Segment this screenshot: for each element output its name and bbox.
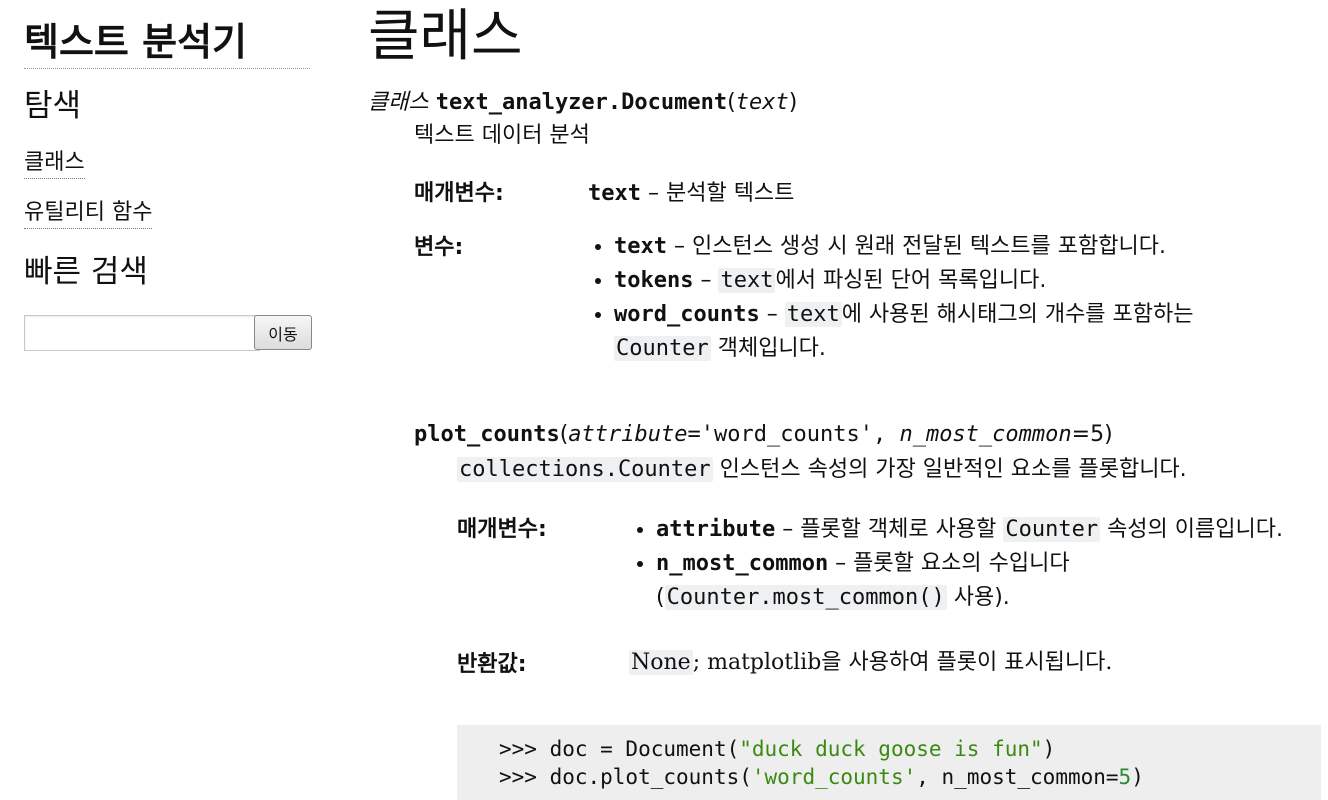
- var-name: tokens: [614, 268, 694, 293]
- code-string: 'word_counts': [751, 765, 917, 789]
- page-title: 클래스: [368, 4, 523, 69]
- nav-heading: 탐색: [24, 88, 82, 124]
- code-text: ): [1042, 737, 1056, 761]
- param-desc-post: 사용).: [946, 585, 1010, 610]
- code-prompt: >>>: [499, 765, 550, 789]
- method-param-attribute-default: ='word_counts': [687, 422, 873, 447]
- param-name: n_most_common: [656, 551, 829, 576]
- param-item-attribute: attribute – 플롯할 객체로 사용할 Counter 속성의 이름입니…: [656, 513, 1310, 547]
- method-param-n-most-common-default: =5: [1071, 422, 1105, 447]
- class-open-paren: (: [727, 90, 736, 115]
- method-signature: plot_counts(attribute='word_counts', n_m…: [414, 420, 1113, 450]
- var-desc: – 인스턴스 생성 시 원래 전달된 텍스트를 포함합니다.: [666, 234, 1166, 259]
- var-name: word_counts: [614, 302, 760, 327]
- class-param-desc: – 분석할 텍스트: [647, 181, 795, 206]
- class-vars-body: text – 인스턴스 생성 시 원래 전달된 텍스트를 포함합니다. toke…: [588, 230, 1243, 366]
- var-desc-post-2: 객체입니다.: [710, 336, 826, 361]
- param-desc-post: 속성의 이름입니다.: [1100, 517, 1283, 542]
- returns-value: None; matplotlib을 사용하여 플롯이 표시됩니다.: [629, 648, 1112, 678]
- var-code-2: Counter: [614, 336, 711, 361]
- method-params-label: 매개변수:: [457, 517, 547, 542]
- code-text: ): [1131, 765, 1144, 789]
- project-title[interactable]: 텍스트 분석기: [24, 18, 310, 69]
- code-example: >>> doc = Document("duck duck goose is f…: [457, 725, 1321, 800]
- search-heading: 빠른 검색: [24, 254, 148, 290]
- var-name: text: [614, 234, 667, 259]
- var-desc-post: 에서 파싱된 단어 목록입니다.: [775, 268, 1047, 293]
- code-prompt: >>>: [499, 737, 550, 761]
- method-param-sep: ,: [872, 422, 900, 447]
- method-description: collections.Counter 인스턴스 속성의 가장 일반적인 요소를…: [457, 455, 1187, 485]
- param-code: Counter: [1003, 517, 1101, 542]
- nav-link-utilities[interactable]: 유틸리티 함수: [24, 198, 153, 229]
- nav-link-classes[interactable]: 클래스: [24, 148, 85, 179]
- returns-label: 반환값:: [457, 652, 527, 677]
- code-number: 5: [1118, 765, 1132, 789]
- code-text: doc = Document(: [549, 737, 740, 761]
- var-desc: –: [693, 268, 719, 293]
- code-text: doc.plot_counts(: [549, 765, 752, 789]
- method-param-attribute: attribute: [568, 422, 688, 447]
- param-item-n-most-common: n_most_common – 플롯할 요소의 수입니다 (Counter.mo…: [656, 547, 1310, 615]
- class-name: text_analyzer.Document: [435, 90, 728, 115]
- method-open-paren: (: [559, 422, 569, 447]
- class-param: text: [735, 90, 789, 115]
- class-keyword: 클래스: [368, 90, 429, 115]
- var-item-text: text – 인스턴스 생성 시 원래 전달된 텍스트를 포함합니다.: [614, 230, 1243, 264]
- method-name: plot_counts: [414, 422, 560, 447]
- param-desc: – 플롯할 객체로 사용할: [775, 517, 1004, 542]
- var-code: text: [718, 268, 776, 293]
- code-string: "duck duck goose is fun": [739, 737, 1043, 761]
- var-item-tokens: tokens – text에서 파싱된 단어 목록입니다.: [614, 264, 1243, 298]
- class-close-paren: ): [788, 90, 798, 115]
- class-params-label: 매개변수:: [414, 181, 504, 206]
- var-desc-post: 에 사용된 해시태그의 개수를 포함하는: [841, 302, 1194, 327]
- returns-text: ; matplotlib을 사용하여 플롯이 표시됩니다.: [692, 650, 1113, 675]
- search-go-button[interactable]: 이동: [254, 315, 312, 350]
- var-item-word-counts: word_counts – text에 사용된 해시태그의 개수를 포함하는 C…: [614, 298, 1243, 366]
- method-desc-text: 인스턴스 속성의 가장 일반적인 요소를 플롯합니다.: [712, 457, 1187, 482]
- class-param-name: text: [588, 181, 641, 206]
- method-param-n-most-common: n_most_common: [899, 422, 1072, 447]
- returns-code: None: [629, 650, 693, 675]
- method-params-body: attribute – 플롯할 객체로 사용할 Counter 속성의 이름입니…: [630, 513, 1310, 615]
- class-params-body: text – 분석할 텍스트: [588, 177, 794, 211]
- var-code: text: [784, 302, 842, 327]
- class-description: 텍스트 데이터 분석: [414, 123, 590, 148]
- param-code: Counter.most_common(): [664, 585, 947, 610]
- method-desc-code: collections.Counter: [457, 457, 713, 482]
- method-close-paren: ): [1104, 422, 1113, 447]
- class-signature: 클래스 text_analyzer.Document(text): [368, 88, 797, 118]
- var-desc: –: [759, 302, 785, 327]
- class-vars-label: 변수:: [414, 235, 464, 260]
- param-name: attribute: [656, 517, 776, 542]
- code-text: , n_most_common=: [916, 765, 1119, 789]
- search-input[interactable]: [24, 315, 260, 351]
